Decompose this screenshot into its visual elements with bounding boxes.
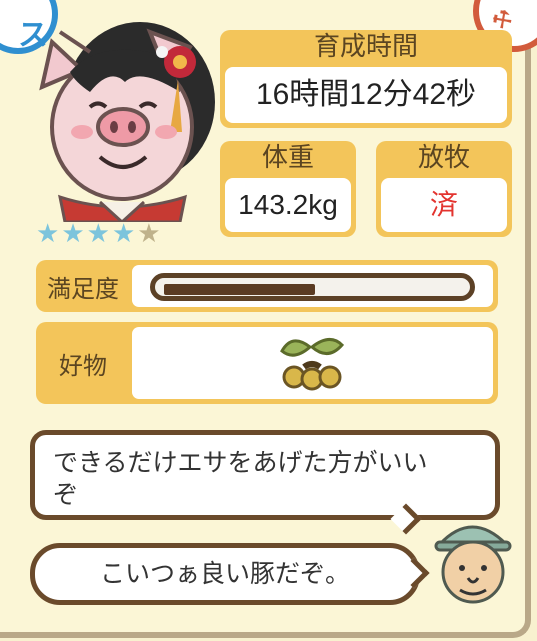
favorite-content — [132, 327, 493, 399]
pig-portrait — [39, 22, 215, 222]
satisfaction-row: 満足度 — [36, 260, 498, 312]
satisfaction-bar-fill — [164, 284, 315, 295]
favorite-label: 好物 — [59, 351, 107, 380]
satisfaction-label: 満足度 — [47, 274, 119, 303]
star-filled-icon: ★ — [111, 219, 136, 249]
dialogue-line-1: できるだけエサをあげた方がいい — [53, 448, 428, 477]
star-filled-icon: ★ — [36, 219, 60, 249]
grazing-value: 済 — [381, 178, 507, 232]
grazing-box: 放牧 済 — [376, 141, 512, 237]
grazing-label: 放牧 — [417, 143, 470, 173]
satisfaction-content — [132, 265, 493, 307]
growth-time-label: 育成時間 — [313, 32, 418, 62]
dialogue-line-1b: ぞ — [53, 480, 79, 509]
star-filled-icon: ★ — [86, 219, 110, 249]
star-filled-icon: ★ — [61, 219, 85, 249]
dialogue-line-2: こいつぁ良い豚だぞ。 — [99, 559, 350, 588]
weight-box: 体重 143.2kg — [220, 141, 356, 237]
weight-label: 体重 — [261, 143, 314, 173]
satisfaction-bar — [150, 273, 475, 301]
farmer-avatar — [434, 525, 512, 604]
star-empty-icon: ★ — [137, 219, 161, 249]
acorn-leaf-icon — [280, 338, 345, 391]
dialogue-bubble-2: こいつぁ良い豚だぞ。 — [30, 543, 420, 605]
dialogue-bubble-1: できるだけエサをあげた方がいい ぞ — [30, 430, 500, 520]
rarity-stars: ★ ★ ★ ★ ★ — [36, 221, 161, 247]
weight-value: 143.2kg — [225, 178, 351, 232]
favorite-row: 好物 — [36, 322, 498, 404]
growth-time-box: 育成時間 16時間12分42秒 — [220, 30, 512, 128]
growth-time-value: 16時間12分42秒 — [225, 67, 507, 123]
